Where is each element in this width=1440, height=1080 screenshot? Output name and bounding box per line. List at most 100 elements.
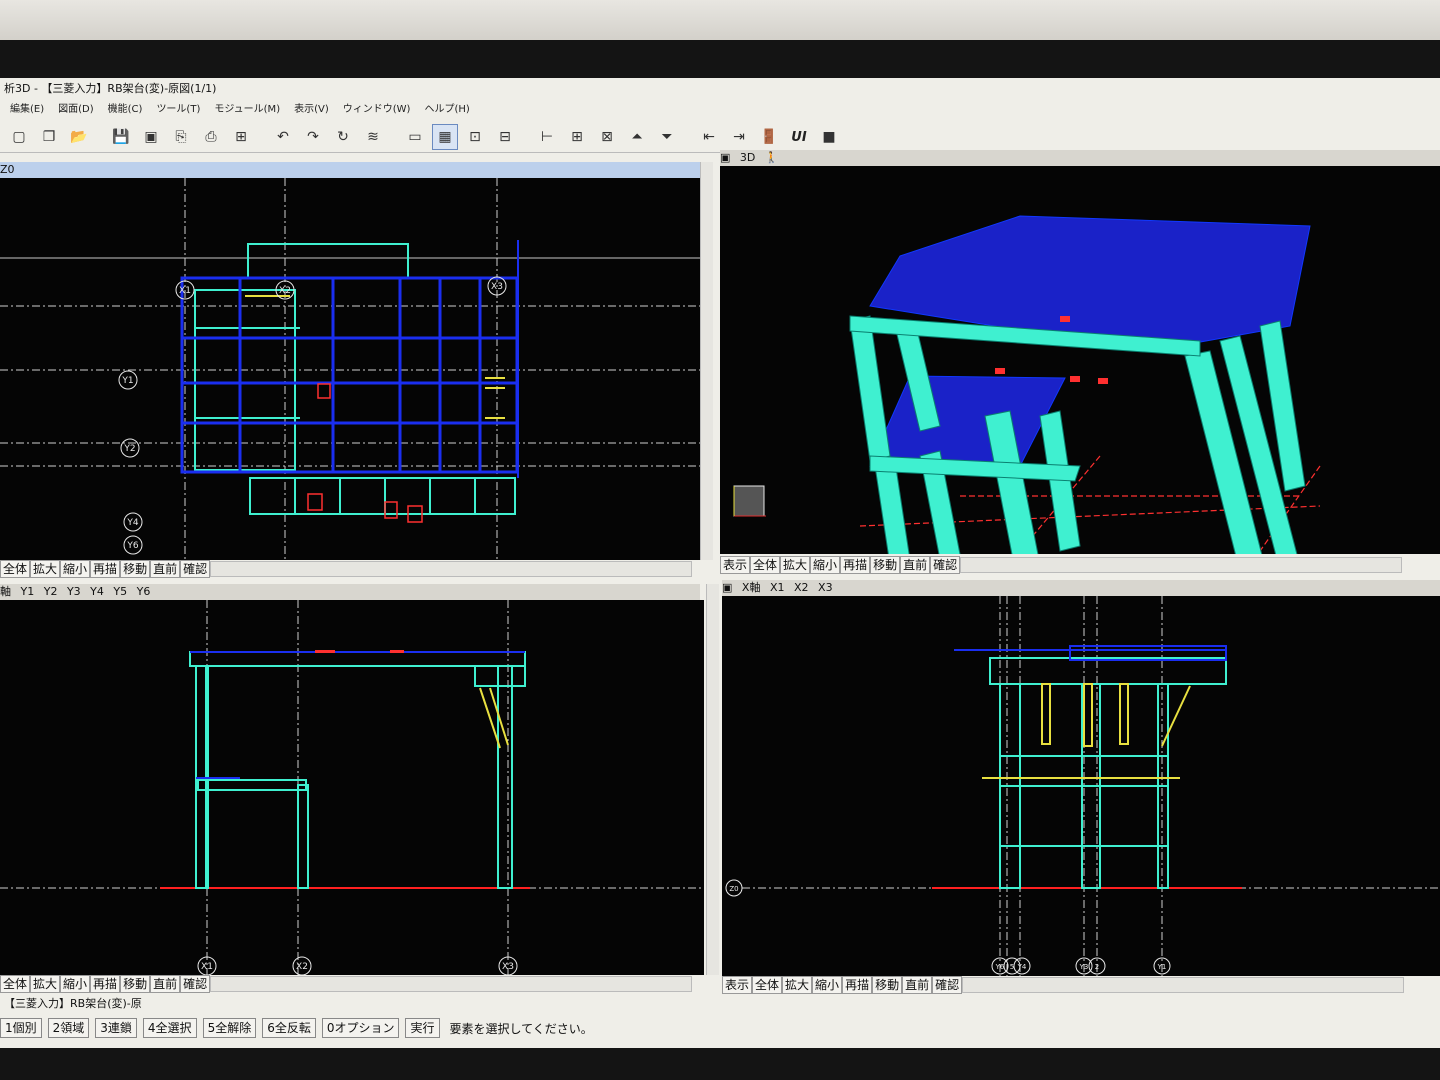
elev-x-tab-x1[interactable]: X1 — [770, 581, 785, 594]
pan-icon[interactable]: ⊡ — [462, 124, 488, 150]
elev-y-nav-all[interactable]: 全体 — [0, 975, 31, 993]
elev-x-nav-display[interactable]: 表示 — [722, 976, 753, 994]
view3d-nav-display[interactable]: 表示 — [720, 556, 751, 574]
plan-view-pane[interactable]: X1 X2 X3 Y1 Y2 Y4 Y6 — [0, 178, 700, 560]
plan-scrollbar-v[interactable] — [700, 162, 713, 560]
menu-edit[interactable]: 編集(E) — [10, 100, 44, 120]
grid-four-icon[interactable]: ⊞ — [564, 124, 590, 150]
view3d-nav-confirm[interactable]: 確認 — [930, 556, 961, 574]
elev-x-pane[interactable]: Z0 Y6 5 Y4 Y3 2 Y1 — [722, 596, 1440, 976]
view3d-title: 3D — [739, 151, 756, 164]
menu-drawing[interactable]: 図面(D) — [58, 100, 94, 120]
align-icon[interactable]: ⊢ — [534, 124, 560, 150]
exit-door-icon[interactable]: 🚪 — [756, 124, 782, 150]
cmd-region[interactable]: 2領域 — [47, 1018, 90, 1038]
plan-nav-zoom-out[interactable]: 縮小 — [60, 560, 91, 578]
cmd-options[interactable]: 0オプション — [321, 1018, 400, 1038]
cmd-chain[interactable]: 3連鎖 — [95, 1018, 137, 1038]
plan-nav-zoom-in[interactable]: 拡大 — [30, 560, 61, 578]
view3d-nav-redraw[interactable]: 再描 — [840, 556, 871, 574]
elev-x-nav-confirm[interactable]: 確認 — [932, 976, 963, 994]
person-icon[interactable]: 🚶 — [765, 151, 779, 164]
zoom-region-icon[interactable]: ⊟ — [492, 124, 518, 150]
elev-y-tab-y5[interactable]: Y5 — [113, 585, 127, 598]
view3d-pane[interactable] — [720, 166, 1440, 554]
view3d-nav-move[interactable]: 移動 — [870, 556, 901, 574]
elev-x-tab-x2[interactable]: X2 — [794, 581, 809, 594]
elev-y-tab-y6[interactable]: Y6 — [137, 585, 151, 598]
elev-y-nav-move[interactable]: 移動 — [120, 975, 151, 993]
cmd-individual[interactable]: 1個別 — [0, 1018, 42, 1038]
view3d-scrollbar-h[interactable] — [960, 557, 1403, 573]
grid-link-icon[interactable]: ⊠ — [594, 124, 620, 150]
save-icon[interactable]: 💾 — [108, 124, 134, 150]
import-icon[interactable]: ⇤ — [696, 124, 722, 150]
elev-y-tab-y3[interactable]: Y3 — [67, 585, 81, 598]
view3d-header[interactable]: ▣ 3D 🚶 — [720, 150, 1440, 166]
view3d-nav-zoom-out[interactable]: 縮小 — [810, 556, 841, 574]
elev-y-tab-y4[interactable]: Y4 — [90, 585, 104, 598]
view3d-nav-all[interactable]: 全体 — [750, 556, 781, 574]
cmd-invert[interactable]: 6全反転 — [262, 1018, 316, 1038]
cmd-select-all[interactable]: 4全選択 — [142, 1018, 197, 1038]
elev-x-scrollbar-h[interactable] — [962, 977, 1405, 993]
color-cube-icon[interactable]: ■ — [816, 124, 842, 150]
elev-y-nav-confirm[interactable]: 確認 — [180, 975, 211, 993]
window-view-icon[interactable]: ▦ — [432, 124, 458, 150]
elev-y-tab-y2[interactable]: Y2 — [44, 585, 58, 598]
elev-y-header[interactable]: 軸 Y1 Y2 Y3 Y4 Y5 Y6 — [0, 584, 700, 600]
plan-nav-all[interactable]: 全体 — [0, 560, 31, 578]
ui-button[interactable]: UI — [786, 124, 812, 150]
elev-x-tab-x3[interactable]: X3 — [818, 581, 833, 594]
plan-scrollbar-h[interactable] — [210, 561, 693, 577]
view-icon[interactable]: ▭ — [402, 124, 428, 150]
undo-icon[interactable]: ↶ — [270, 124, 296, 150]
elev-x-header[interactable]: ▣ X軸 X1 X2 X3 — [722, 580, 1440, 596]
plan-nav-redraw[interactable]: 再描 — [90, 560, 121, 578]
open-folder-icon[interactable]: 📂 — [66, 124, 92, 150]
elev-y-tab-y1[interactable]: Y1 — [21, 585, 35, 598]
elev-y-scrollbar-v[interactable] — [706, 584, 719, 975]
elev-x-nav-redraw[interactable]: 再描 — [842, 976, 873, 994]
repeat-icon[interactable]: ↻ — [330, 124, 356, 150]
plan-view-header[interactable]: Z0 — [0, 162, 700, 178]
elev-x-nav-zoom-out[interactable]: 縮小 — [812, 976, 843, 994]
layers-icon[interactable]: ≋ — [360, 124, 386, 150]
plan-nav-confirm[interactable]: 確認 — [180, 560, 211, 578]
elev-y-nav-previous[interactable]: 直前 — [150, 975, 181, 993]
redo-icon[interactable]: ↷ — [300, 124, 326, 150]
plan-nav-move[interactable]: 移動 — [120, 560, 151, 578]
menu-window[interactable]: ウィンドウ(W) — [343, 100, 411, 120]
plan-nav-previous[interactable]: 直前 — [150, 560, 181, 578]
elev-x-nav-move[interactable]: 移動 — [872, 976, 903, 994]
new-file-icon[interactable]: ▢ — [6, 124, 32, 150]
export-icon[interactable]: ⎘ — [168, 124, 194, 150]
new-multi-icon[interactable]: ❐ — [36, 124, 62, 150]
elev-y-nav-zoom-in[interactable]: 拡大 — [30, 975, 61, 993]
menu-function[interactable]: 機能(C) — [108, 100, 143, 120]
export-arrow-icon[interactable]: ⇥ — [726, 124, 752, 150]
elev-y-nav-zoom-out[interactable]: 縮小 — [60, 975, 91, 993]
elev-y-scrollbar-h[interactable] — [210, 976, 693, 992]
save-all-icon[interactable]: ▣ — [138, 124, 164, 150]
view3d-nav-previous[interactable]: 直前 — [900, 556, 931, 574]
print-icon[interactable]: ⎙ — [198, 124, 224, 150]
menu-tool[interactable]: ツール(T) — [156, 100, 200, 120]
elev-x-nav-zoom-in[interactable]: 拡大 — [782, 976, 813, 994]
cmd-execute[interactable]: 実行 — [405, 1018, 440, 1038]
view3d-nav-zoom-in[interactable]: 拡大 — [780, 556, 811, 574]
menu-help[interactable]: ヘルプ(H) — [424, 100, 469, 120]
menu-view[interactable]: 表示(V) — [294, 100, 329, 120]
elev-y-nav-bar: 全体 拡大 縮小 再描 移動 直前 確認 — [0, 975, 704, 993]
elev-y-nav-redraw[interactable]: 再描 — [90, 975, 121, 993]
elev-x-nav-previous[interactable]: 直前 — [902, 976, 933, 994]
cmd-deselect-all[interactable]: 5全解除 — [202, 1018, 257, 1038]
menu-module[interactable]: モジュール(M) — [214, 100, 280, 120]
level-up-icon[interactable]: ⏶ — [624, 124, 650, 150]
elev-x-nav-all[interactable]: 全体 — [752, 976, 783, 994]
elev-x-cube-icon: ▣ — [722, 581, 733, 594]
elev-y-pane[interactable]: X1 X2 X3 — [0, 600, 704, 975]
elev-y-bubble-x2: X2 — [296, 962, 308, 972]
level-down-icon[interactable]: ⏷ — [654, 124, 680, 150]
print-preview-icon[interactable]: ⊞ — [228, 124, 254, 150]
